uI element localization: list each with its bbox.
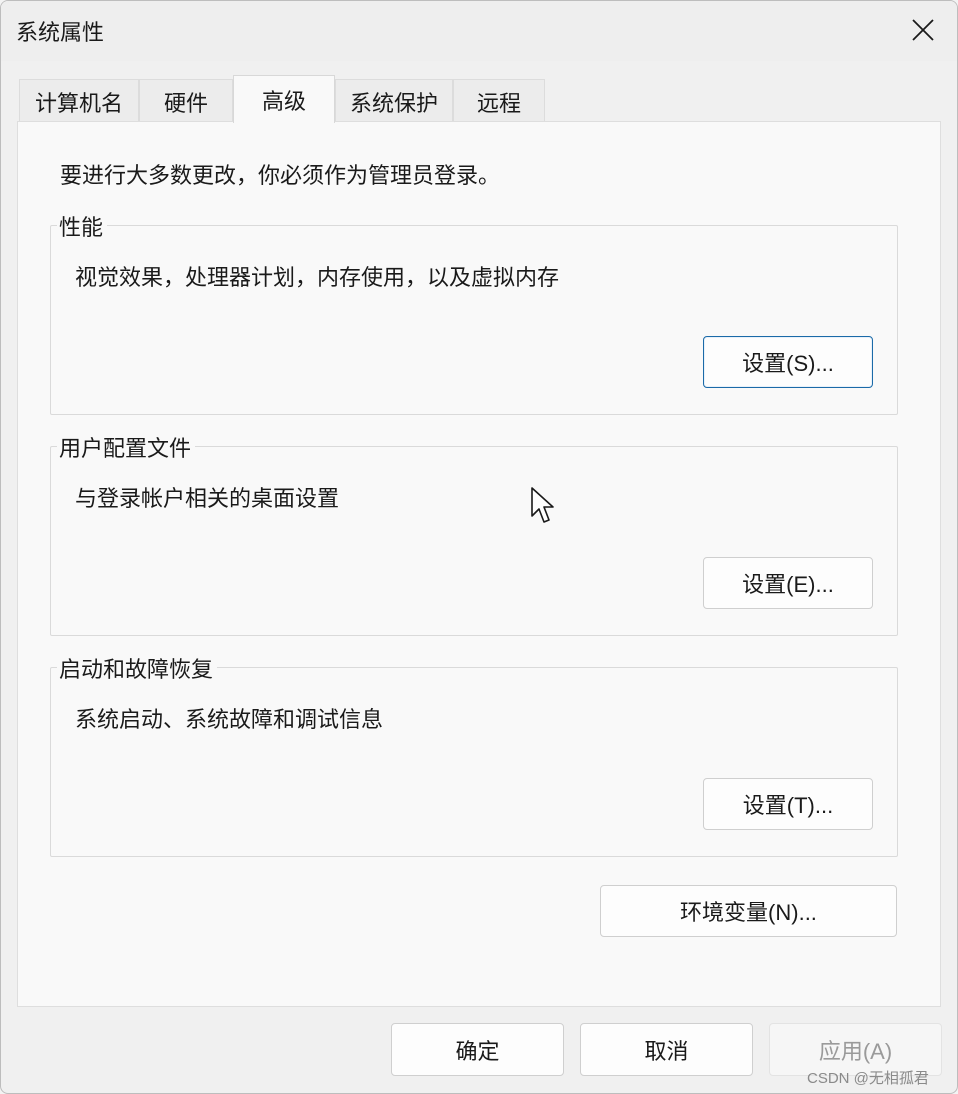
startup-recovery-desc: 系统启动、系统故障和调试信息 xyxy=(75,708,384,733)
ok-button[interactable]: 确定 xyxy=(391,1023,564,1076)
startup-recovery-label: 启动和故障恢复 xyxy=(57,652,218,684)
performance-settings-button[interactable]: 设置(S)... xyxy=(703,336,873,388)
close-icon xyxy=(912,19,934,41)
user-profiles-group: 用户配置文件 与登录帐户相关的桌面设置 设置(E)... xyxy=(50,431,898,636)
cancel-button[interactable]: 取消 xyxy=(580,1023,753,1076)
watermark: CSDN @无相孤君 xyxy=(807,1070,929,1087)
system-properties-window: 系统属性 计算机名 硬件 高级 系统保护 远程 要进行大多数更改，你必须作为管理… xyxy=(0,0,958,1094)
user-profiles-label: 用户配置文件 xyxy=(57,431,196,463)
mouse-pointer-icon xyxy=(531,487,554,523)
tab-system-protection[interactable]: 系统保护 xyxy=(335,79,453,123)
tab-advanced[interactable]: 高级 xyxy=(233,75,335,123)
startup-recovery-group: 启动和故障恢复 系统启动、系统故障和调试信息 设置(T)... xyxy=(50,652,898,857)
admin-notice: 要进行大多数更改，你必须作为管理员登录。 xyxy=(60,164,501,189)
startup-recovery-settings-button[interactable]: 设置(T)... xyxy=(703,778,873,830)
performance-group: 性能 视觉效果，处理器计划，内存使用，以及虚拟内存 设置(S)... xyxy=(50,210,898,415)
tab-remote[interactable]: 远程 xyxy=(453,79,545,123)
user-profiles-settings-button[interactable]: 设置(E)... xyxy=(703,557,873,609)
tab-hardware[interactable]: 硬件 xyxy=(139,79,233,123)
environment-variables-button[interactable]: 环境变量(N)... xyxy=(600,885,897,937)
performance-label: 性能 xyxy=(57,210,108,242)
performance-desc: 视觉效果，处理器计划，内存使用，以及虚拟内存 xyxy=(75,266,560,291)
close-button[interactable] xyxy=(891,7,955,53)
user-profiles-desc: 与登录帐户相关的桌面设置 xyxy=(75,487,340,512)
advanced-tab-panel: 要进行大多数更改，你必须作为管理员登录。 性能 视觉效果，处理器计划，内存使用，… xyxy=(17,121,941,1007)
tab-computer-name[interactable]: 计算机名 xyxy=(19,79,139,123)
titlebar: 系统属性 xyxy=(1,1,957,61)
window-title: 系统属性 xyxy=(16,21,105,46)
